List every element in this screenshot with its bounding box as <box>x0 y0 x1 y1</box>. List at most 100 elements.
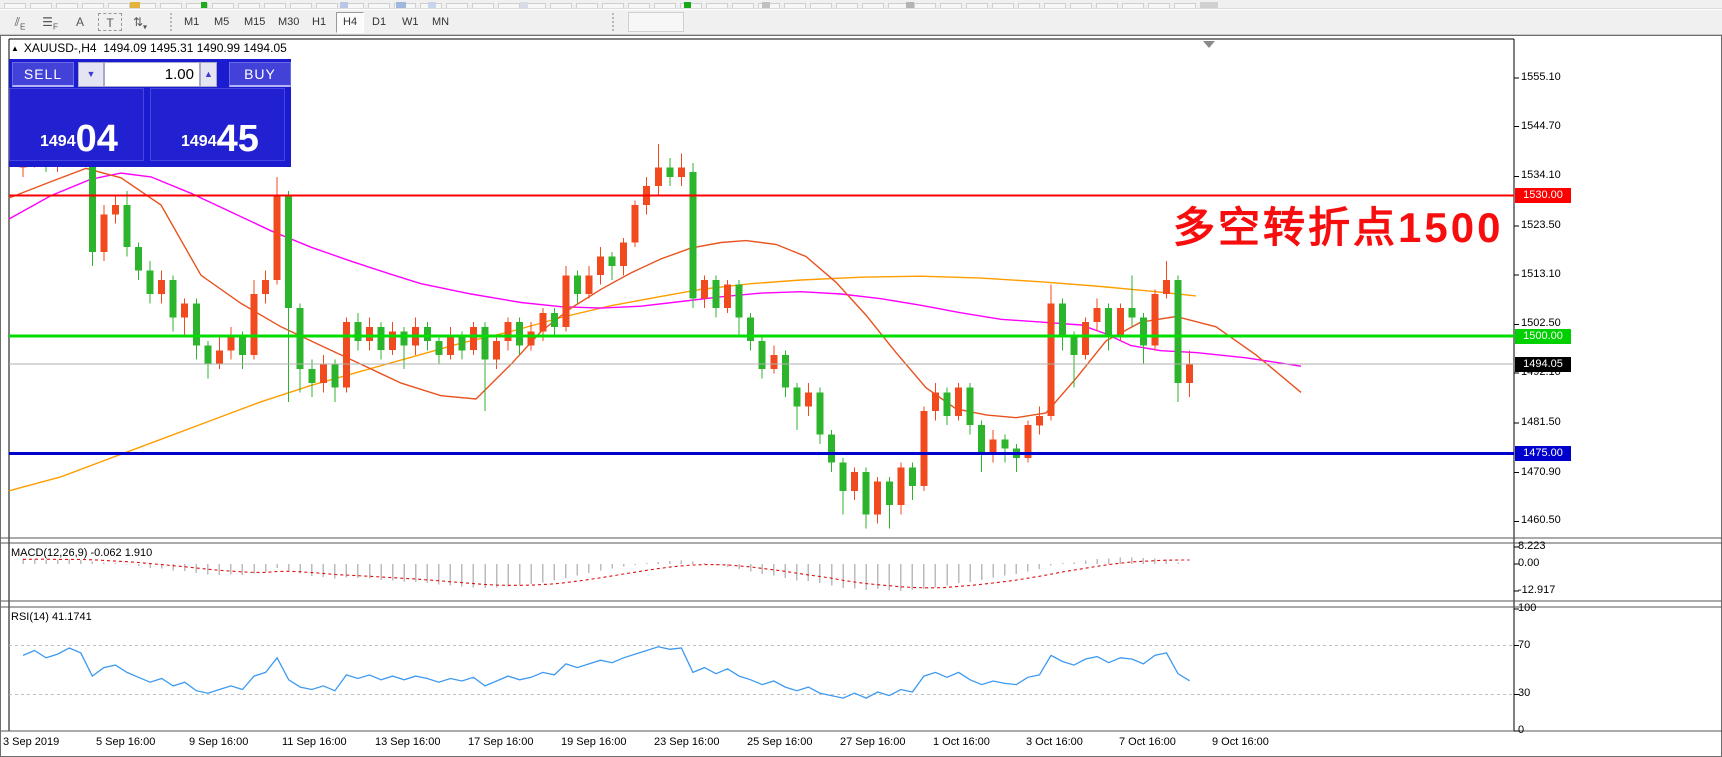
clipped-icon-fragment <box>428 2 436 8</box>
time-axis-label: 25 Sep 16:00 <box>747 736 812 748</box>
time-axis-label: 5 Sep 16:00 <box>96 736 155 748</box>
timeframe-button-h1[interactable]: H1 <box>306 12 332 33</box>
clipped-icon <box>654 3 676 9</box>
text-label-icon[interactable]: T <box>98 13 122 31</box>
timeframe-button-m30[interactable]: M30 <box>272 12 305 33</box>
time-axis-label: 3 Sep 2019 <box>3 736 59 748</box>
clipped-icon-fragment <box>520 2 528 8</box>
clipped-icon <box>264 3 286 9</box>
clipped-icon <box>706 3 728 9</box>
clipped-icon <box>1070 3 1092 9</box>
clipped-icon <box>1044 3 1066 9</box>
rsi-label: RSI(14) 41.1741 <box>11 611 92 623</box>
rsi-axis-tick: 100 <box>1518 602 1536 614</box>
chart-window: ▲XAUUSD-,H4 1494.09 1495.31 1490.99 1494… <box>0 35 1722 757</box>
time-axis-label: 23 Sep 16:00 <box>654 736 719 748</box>
arrow-objects-icon[interactable]: ⇅▾ <box>128 12 152 32</box>
timeframe-button-mn[interactable]: MN <box>426 12 455 33</box>
volume-input[interactable] <box>104 62 200 87</box>
clipped-icon <box>810 3 832 9</box>
y-axis-tick: 1534.10 <box>1521 169 1561 181</box>
fibo-retracement-icon[interactable]: ☰F <box>38 12 62 32</box>
timeframe-button-m15[interactable]: M15 <box>238 12 271 33</box>
time-axis-label: 3 Oct 16:00 <box>1026 736 1083 748</box>
volume-increase-button[interactable]: ▲ <box>200 62 217 87</box>
text-icon[interactable]: A <box>68 12 92 32</box>
clipped-icon <box>966 3 988 9</box>
clipped-icon <box>316 3 338 9</box>
clipped-icon <box>836 3 858 9</box>
current-price-badge: 1494.05 <box>1515 357 1571 372</box>
y-axis-tick: 1523.50 <box>1521 219 1561 231</box>
time-axis-label: 9 Sep 16:00 <box>189 736 248 748</box>
hline-price-badge: 1475.00 <box>1515 446 1571 461</box>
buy-price-tile[interactable]: 1494 45 <box>150 88 285 161</box>
hline-price-badge: 1530.00 <box>1515 188 1571 203</box>
clipped-icon <box>82 3 104 9</box>
timeframe-button-m1[interactable]: M1 <box>178 12 205 33</box>
sell-price-small: 1494 <box>40 127 76 157</box>
y-axis-tick: 1460.50 <box>1521 514 1561 526</box>
empty-toolbar-button <box>628 12 684 32</box>
clipped-icon <box>862 3 884 9</box>
one-click-trading-panel: SELL ▼ ▲ BUY 1494 04 1494 45 <box>9 59 291 167</box>
timeframe-button-d1[interactable]: D1 <box>366 12 392 33</box>
clipped-icon <box>1096 3 1118 9</box>
clipped-icon <box>1174 3 1196 9</box>
rsi-axis-tick: 0 <box>1518 724 1524 736</box>
sell-price-big: 04 <box>76 121 118 157</box>
clipped-icon <box>290 3 312 9</box>
clipped-icon <box>602 3 624 9</box>
clipped-icon <box>1122 3 1144 9</box>
clipped-icon-fragment <box>1200 2 1218 8</box>
symbol-header[interactable]: ▲XAUUSD-,H4 1494.09 1495.31 1490.99 1494… <box>11 41 287 55</box>
macd-label: MACD(12,26,9) -0.062 1.910 <box>11 547 152 559</box>
time-axis-label: 13 Sep 16:00 <box>375 736 440 748</box>
chart-annotation-text: 多空转折点1500 <box>1173 194 1503 255</box>
sell-button[interactable]: SELL <box>12 62 74 87</box>
y-axis-tick: 1544.70 <box>1521 120 1561 132</box>
collapse-panel-icon[interactable]: ▲ <box>11 44 19 53</box>
y-axis-tick: 1555.10 <box>1521 71 1561 83</box>
time-axis-label: 19 Sep 16:00 <box>561 736 626 748</box>
clipped-icon <box>498 3 520 9</box>
ohlc-readout: 1494.09 1495.31 1490.99 1494.05 <box>103 41 287 55</box>
toolbar: ⫽E ☰F AT ⇅▾ M1M5M15M30H1H4D1W1MN <box>0 10 1722 35</box>
fibo-expansion-icon[interactable]: ⫽E <box>8 12 32 32</box>
clipped-icon <box>628 3 650 9</box>
clipped-icon-fragment <box>130 2 140 8</box>
clipped-icon <box>992 3 1014 9</box>
clipped-icon <box>940 3 962 9</box>
clipped-icon <box>446 3 468 9</box>
clipped-icon-fragment <box>684 2 691 8</box>
clipped-icon <box>160 3 182 9</box>
clipped-icon <box>212 3 234 9</box>
clipped-icon <box>1018 3 1040 9</box>
time-axis-label: 1 Oct 16:00 <box>933 736 990 748</box>
clipped-toolbar-row <box>0 0 1722 9</box>
clipped-icon <box>550 3 572 9</box>
clipped-icon <box>784 3 806 9</box>
volume-decrease-button[interactable]: ▼ <box>78 62 104 87</box>
y-axis-tick: 1481.50 <box>1521 416 1561 428</box>
clipped-icon <box>108 3 130 9</box>
y-axis-tick: 1470.90 <box>1521 466 1561 478</box>
time-axis-label: 17 Sep 16:00 <box>468 736 533 748</box>
buy-button[interactable]: BUY <box>229 62 291 87</box>
timeframe-button-h4[interactable]: H4 <box>336 12 364 33</box>
clipped-icon-fragment <box>201 2 207 8</box>
time-axis-label: 11 Sep 16:00 <box>282 736 347 748</box>
clipped-icon <box>30 3 52 9</box>
buy-price-big: 45 <box>217 121 259 157</box>
timeframe-button-w1[interactable]: W1 <box>396 12 425 33</box>
rsi-axis-tick: 70 <box>1518 639 1530 651</box>
clipped-icon <box>1148 3 1170 9</box>
timeframe-button-m5[interactable]: M5 <box>208 12 235 33</box>
clipped-icon <box>368 3 390 9</box>
toolbar-separator <box>170 13 173 31</box>
clipped-icon <box>914 3 936 9</box>
chart-shift-marker-icon[interactable] <box>1203 41 1215 48</box>
clipped-icon-fragment <box>396 2 406 8</box>
sell-price-tile[interactable]: 1494 04 <box>9 88 144 161</box>
time-axis-label: 27 Sep 16:00 <box>840 736 905 748</box>
